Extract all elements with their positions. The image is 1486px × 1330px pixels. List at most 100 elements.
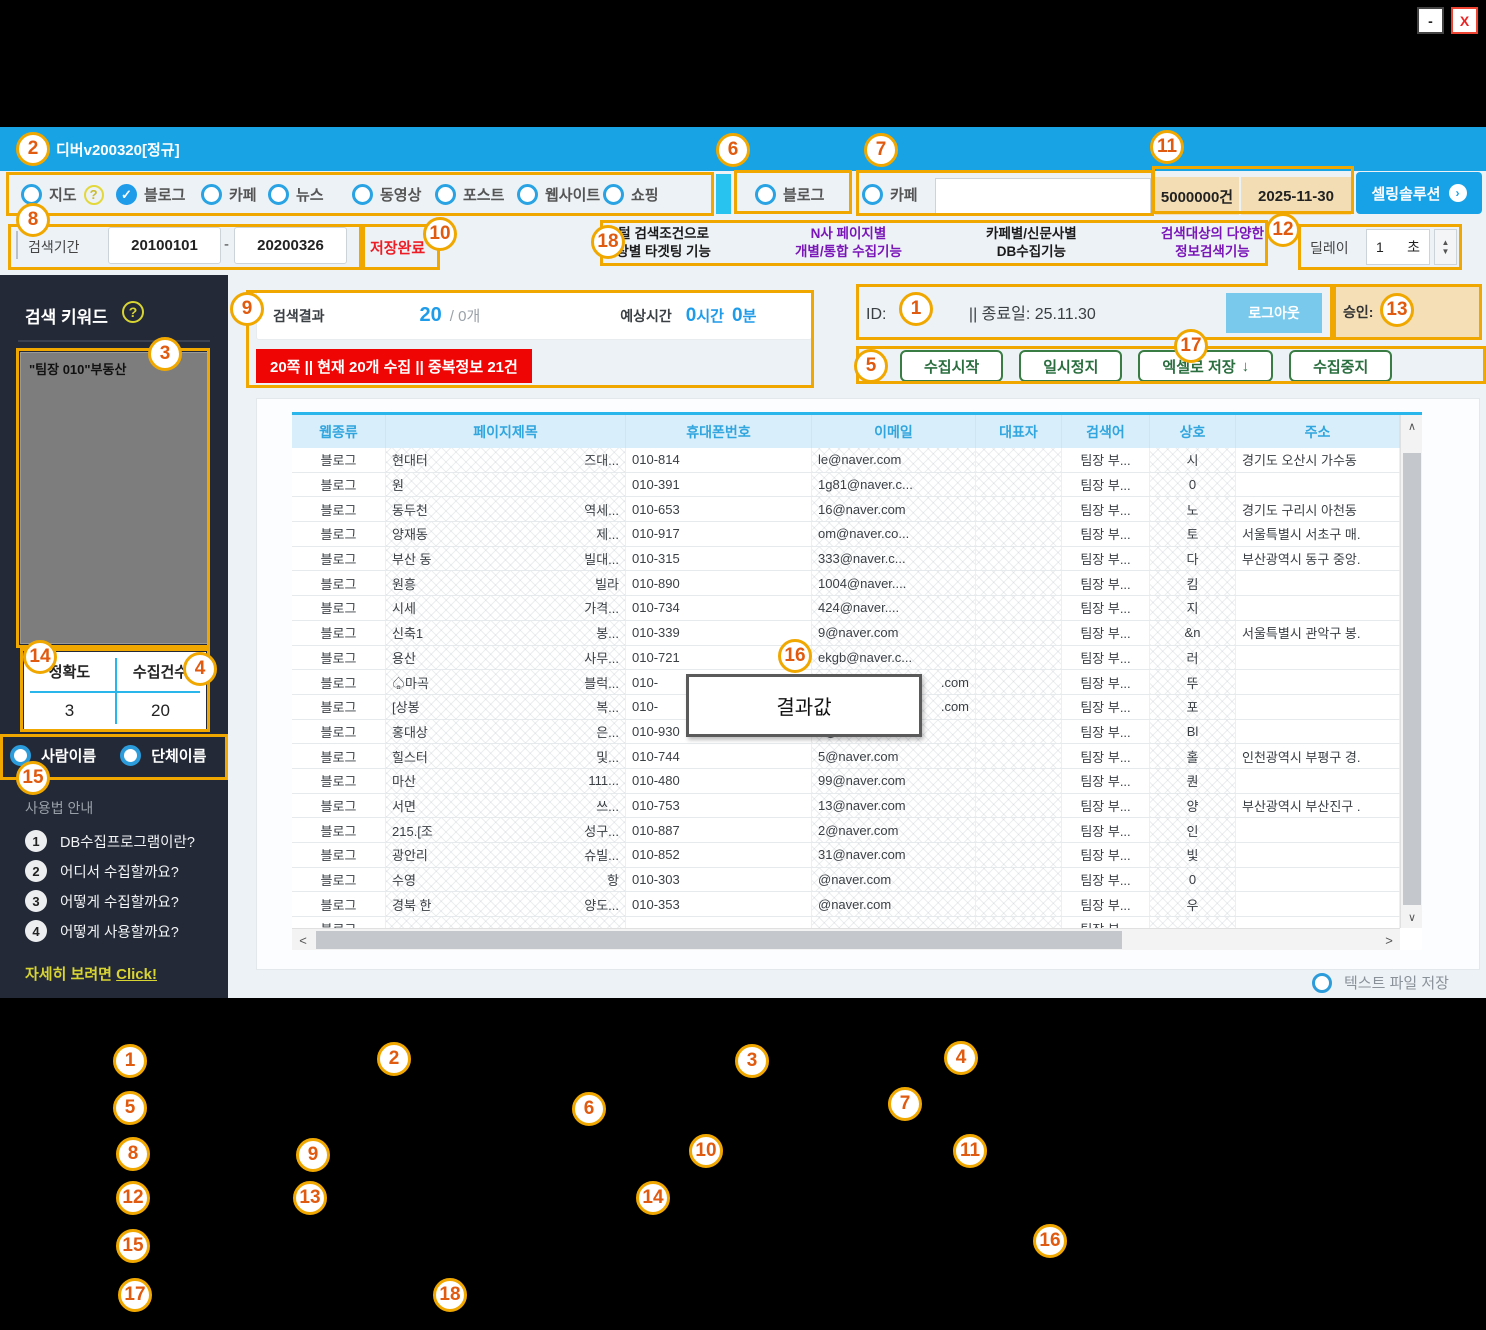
logout-button[interactable]: 로그아웃 [1226,293,1322,333]
column-header-웹종류[interactable]: 웹종류 [292,415,386,448]
keyword-label: 검색 키워드 [25,303,108,328]
column-header-이메일[interactable]: 이메일 [812,415,976,448]
table-row[interactable]: 블로그힐스터및...010-7445@naver.com팀장 부...홀인천광역… [292,744,1400,769]
selling-solution-button[interactable]: 셀링솔루션 › [1356,172,1482,214]
portal-tab-카페[interactable]: 카페 [201,184,257,205]
vertical-scrollbar[interactable]: ∧ ∨ [1400,415,1422,928]
vertical-scroll-thumb[interactable] [1403,453,1421,905]
table-row[interactable]: 블로그양재동제...010-917om@naver.co...팀장 부...토서… [292,522,1400,547]
usage-item[interactable]: 4어떻게 사용할까요? [25,920,179,942]
action-button-엑셀로 저장[interactable]: 엑셀로 저장↓ [1138,350,1273,382]
table-row[interactable]: 블로그수영항010-303@naver.com팀장 부...0 [292,868,1400,893]
radio-icon[interactable] [517,184,538,205]
scroll-left-icon[interactable]: < [292,929,314,951]
radio-checked-icon[interactable]: ✓ [116,184,137,205]
radio-icon[interactable] [21,184,42,205]
pagetitle-left: ♤마곡 [392,673,429,692]
cell-email: 99@naver.com [812,769,976,793]
save-text-option[interactable]: 텍스트 파일 저장 [1312,972,1449,993]
usage-item[interactable]: 3어떻게 수집할까요? [25,890,179,912]
pagetitle-left: 현대터 [392,450,428,469]
pagetitle-left: 홍대상 [392,722,428,741]
minimize-button[interactable]: - [1417,7,1444,34]
portal-tab-쇼핑[interactable]: 쇼핑 [603,184,659,205]
delay-input[interactable]: 1 초 [1366,229,1430,265]
cell-keyword: 팀장 부... [1062,448,1150,472]
download-icon: ↓ [1242,358,1250,375]
annotation-marker-14: 14 [23,640,57,674]
secondary-blog-radio[interactable]: 블로그 [755,184,824,205]
radio-icon[interactable] [435,184,456,205]
table-row[interactable]: 블로그원010-3911g81@naver.c...팀장 부...0 [292,473,1400,498]
scroll-right-icon[interactable]: > [1378,929,1400,951]
more-info-link[interactable]: Click! [116,966,157,983]
column-header-상호[interactable]: 상호 [1150,415,1236,448]
delay-stepper[interactable]: ▲ ▼ [1434,229,1457,265]
radio-icon[interactable] [352,184,373,205]
close-button[interactable]: X [1451,7,1478,34]
cell-webtype: 블로그 [292,571,386,595]
portal-tab-웹사이트[interactable]: 웹사이트 [517,184,600,205]
table-row[interactable]: 블로그신축1봉...010-3399@naver.com팀장 부...&n서울특… [292,621,1400,646]
table-row[interactable]: 블로그215.[조성구...010-8872@naver.com팀장 부...인 [292,818,1400,843]
spinner-up-icon[interactable]: ▲ [1442,238,1450,247]
period-to-input[interactable] [234,227,347,264]
pagetitle-right: 복... [596,697,619,716]
portal-tab-동영상[interactable]: 동영상 [352,184,421,205]
table-row[interactable]: 블로그용산사무...010-721ekgb@naver.c...팀장 부...러 [292,646,1400,671]
table-row[interactable]: 블로그광안리슈빌...010-85231@naver.com팀장 부...빛 [292,843,1400,868]
scroll-up-icon[interactable]: ∧ [1401,415,1423,437]
pagetitle-right: 즈대... [584,450,619,469]
column-header-검색어[interactable]: 검색어 [1062,415,1150,448]
column-header-휴대폰번호[interactable]: 휴대폰번호 [626,415,812,448]
portal-tab-뉴스[interactable]: 뉴스 [268,184,324,205]
cafe-search-input[interactable] [935,178,1151,215]
radio-icon[interactable] [1312,973,1332,993]
radio-icon[interactable] [120,745,141,766]
column-header-페이지제목[interactable]: 페이지제목 [386,415,626,448]
column-header-주소[interactable]: 주소 [1236,415,1400,448]
action-button-일시정지[interactable]: 일시정지 [1019,350,1122,382]
table-row[interactable]: 블로그서면쓰...010-75313@naver.com팀장 부...양부산광역… [292,794,1400,819]
action-button-수집중지[interactable]: 수집중지 [1289,350,1392,382]
radio-icon[interactable] [603,184,624,205]
portal-tab-블로그[interactable]: ✓블로그 [116,184,185,205]
radio-icon[interactable] [268,184,289,205]
keyword-help-icon[interactable]: ? [122,301,144,323]
table-row[interactable]: 블로그경북 한양도...010-353@naver.com팀장 부...우 [292,892,1400,917]
cell-address: 서울특별시 서초구 매. [1236,522,1400,546]
portal-tab-포스트[interactable]: 포스트 [435,184,504,205]
cell-pagetitle: 양재동제... [386,522,626,546]
scroll-down-icon[interactable]: ∨ [1401,906,1423,928]
table-row[interactable]: 블로그원흥빌라010-8901004@naver....팀장 부...킴 [292,571,1400,596]
table-row[interactable]: 블로그동두천역세...010-65316@naver.com팀장 부...노경기… [292,497,1400,522]
table-row[interactable]: 블로그시세가격...010-734424@naver....팀장 부...지 [292,596,1400,621]
keyword-textarea[interactable]: "팀장 010"부동산 [20,352,208,644]
secondary-cafe-radio[interactable]: 카페 [862,184,918,205]
portal-tab-지도[interactable]: 지도? [21,184,104,205]
usage-item[interactable]: 1DB수집프로그램이란? [25,830,195,852]
column-header-대표자[interactable]: 대표자 [976,415,1062,448]
table-row[interactable]: 블로그현대터즈대...010-814le@naver.com팀장 부...시경기… [292,448,1400,473]
cell-phone: 010-890 [626,571,812,595]
radio-icon[interactable] [862,184,883,205]
help-icon[interactable]: ? [84,185,104,205]
annotation-marker-3: 3 [148,337,182,371]
spinner-down-icon[interactable]: ▼ [1442,247,1450,256]
more-info-row: 자세히 보려면 Click! [25,963,157,984]
table-row[interactable]: 블로그마산111...010-48099@naver.com팀장 부...퀀 [292,769,1400,794]
cell-email: 1g81@naver.c... [812,473,976,497]
table-row[interactable]: 블로그팀장 부... [292,917,1400,928]
radio-icon[interactable] [201,184,222,205]
period-from-input[interactable] [108,227,221,264]
cell-company: 0 [1150,868,1236,892]
action-button-수집시작[interactable]: 수집시작 [900,350,1003,382]
annotation-marker-15: 15 [116,1229,150,1263]
table-row[interactable]: 블로그부산 동빌대...010-315333@naver.c...팀장 부...… [292,547,1400,572]
cell-webtype: 블로그 [292,818,386,842]
usage-item[interactable]: 2어디서 수집할까요? [25,860,179,882]
radio-icon[interactable] [755,184,776,205]
horizontal-scrollbar[interactable]: < > [292,928,1400,950]
horizontal-scroll-thumb[interactable] [316,931,1122,949]
pagetitle-left: 힐스터 [392,747,428,766]
